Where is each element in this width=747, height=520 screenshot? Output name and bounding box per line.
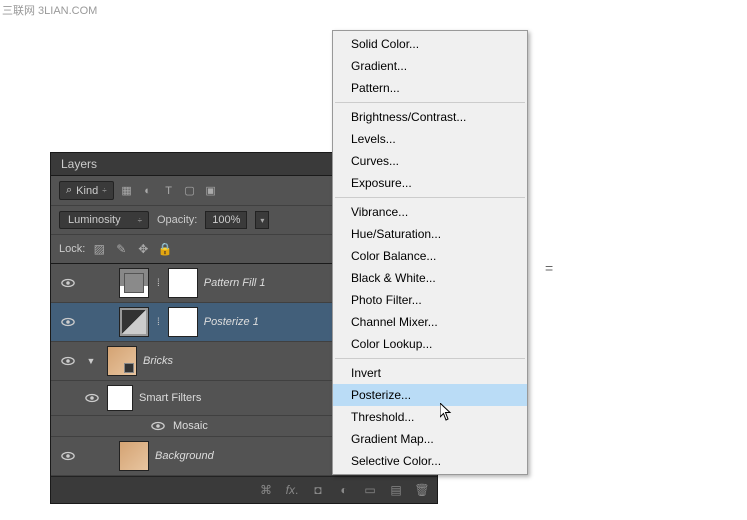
filter-thumb [107, 385, 133, 411]
menu-channel-mixer[interactable]: Channel Mixer... [333, 311, 527, 333]
filter-smart-icon[interactable]: ▣ [203, 183, 219, 199]
opacity-arrow[interactable]: ▾ [255, 211, 269, 229]
menu-exposure[interactable]: Exposure... [333, 172, 527, 194]
menu-black-white[interactable]: Black & White... [333, 267, 527, 289]
group-button[interactable]: ▭ [361, 481, 379, 499]
panel-footer: ⌘ fx. ◘ ◐ ▭ ▤ 🗑 [51, 476, 437, 503]
menu-separator [335, 197, 525, 198]
lock-all-icon[interactable]: 🔒 [157, 241, 173, 257]
mask-thumb [168, 268, 198, 298]
menu-solid-color[interactable]: Solid Color... [333, 33, 527, 55]
smart-object-badge [124, 363, 134, 373]
adjustment-context-menu: Solid Color... Gradient... Pattern... Br… [332, 30, 528, 475]
opacity-input[interactable]: 100% [205, 211, 247, 229]
expand-icon[interactable]: ▼ [85, 356, 97, 366]
visibility-icon[interactable] [85, 393, 99, 403]
lock-label: Lock: [59, 243, 85, 255]
layer-thumb [107, 346, 137, 376]
visibility-icon[interactable] [61, 317, 75, 327]
filter-pixel-icon[interactable]: ▦ [119, 183, 135, 199]
menu-photo-filter[interactable]: Photo Filter... [333, 289, 527, 311]
layer-thumb [119, 307, 149, 337]
link-icon: ⁞ [157, 278, 160, 289]
visibility-icon[interactable] [61, 356, 75, 366]
menu-brightness-contrast[interactable]: Brightness/Contrast... [333, 106, 527, 128]
lock-move-icon[interactable]: ✥ [135, 241, 151, 257]
new-layer-button[interactable]: ▤ [387, 481, 405, 499]
cursor-icon [440, 403, 454, 426]
watermark-text: 三联网 3LIAN.COM [2, 2, 97, 18]
menu-invert[interactable]: Invert [333, 362, 527, 384]
menu-gradient[interactable]: Gradient... [333, 55, 527, 77]
filter-adjust-icon[interactable]: ◐ [140, 183, 156, 199]
delete-button[interactable]: 🗑 [413, 481, 431, 499]
menu-pattern[interactable]: Pattern... [333, 77, 527, 99]
layer-thumb [119, 441, 149, 471]
layer-thumb [119, 268, 149, 298]
equals-sign: = [545, 260, 553, 276]
mask-button[interactable]: ◘ [309, 481, 327, 499]
blend-mode-select[interactable]: Luminosity÷ [59, 211, 149, 229]
filter-kind-select[interactable]: ⌕Kind÷ [59, 181, 114, 200]
link-button[interactable]: ⌘ [257, 481, 275, 499]
visibility-icon[interactable] [151, 421, 165, 431]
menu-threshold[interactable]: Threshold... [333, 406, 527, 428]
menu-separator [335, 358, 525, 359]
menu-separator [335, 102, 525, 103]
menu-hue-saturation[interactable]: Hue/Saturation... [333, 223, 527, 245]
menu-color-balance[interactable]: Color Balance... [333, 245, 527, 267]
menu-color-lookup[interactable]: Color Lookup... [333, 333, 527, 355]
adjustment-button[interactable]: ◐ [335, 481, 353, 499]
menu-posterize[interactable]: Posterize... [333, 384, 527, 406]
link-icon: ⁞ [157, 317, 160, 328]
menu-selective-color[interactable]: Selective Color... [333, 450, 527, 472]
visibility-icon[interactable] [61, 451, 75, 461]
menu-levels[interactable]: Levels... [333, 128, 527, 150]
menu-gradient-map[interactable]: Gradient Map... [333, 428, 527, 450]
opacity-label: Opacity: [157, 214, 197, 226]
lock-transparent-icon[interactable]: ▨ [91, 241, 107, 257]
mask-thumb [168, 307, 198, 337]
visibility-icon[interactable] [61, 278, 75, 288]
filter-shape-icon[interactable]: ▢ [182, 183, 198, 199]
menu-curves[interactable]: Curves... [333, 150, 527, 172]
filter-type-icon[interactable]: T [161, 183, 177, 199]
lock-brush-icon[interactable]: ✎ [113, 241, 129, 257]
fx-button[interactable]: fx. [283, 481, 301, 499]
menu-vibrance[interactable]: Vibrance... [333, 201, 527, 223]
